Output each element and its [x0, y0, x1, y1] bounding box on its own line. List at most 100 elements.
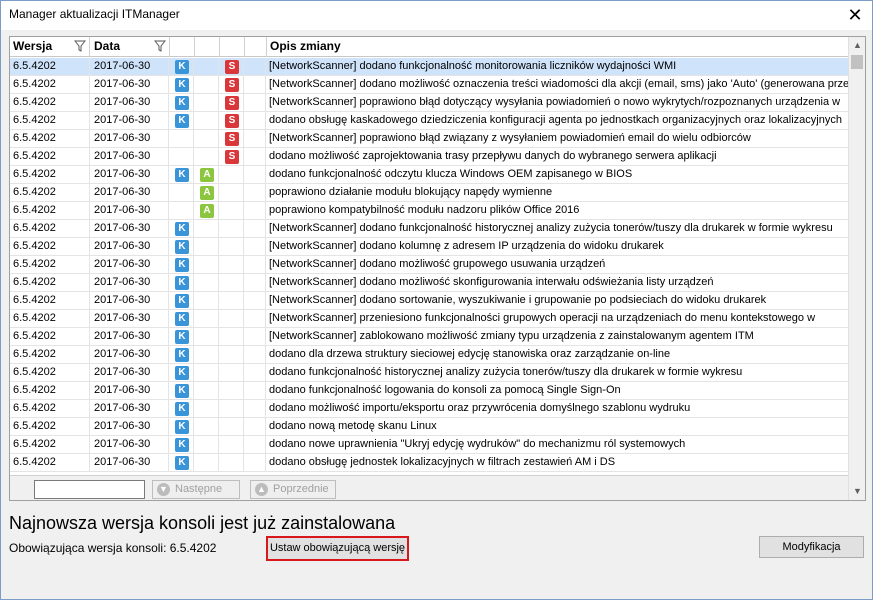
- k-badge: K: [175, 384, 189, 398]
- table-row[interactable]: 6.5.4202 2017-06-30 K [NetworkScanner] doda…: [10, 256, 848, 274]
- s-cell: [220, 400, 244, 417]
- table-row[interactable]: 6.5.4202 2017-06-30 K [NetworkScanner] doda…: [10, 220, 848, 238]
- scroll-down-icon[interactable]: ▼: [849, 483, 865, 500]
- s-cell: [220, 292, 244, 309]
- version-cell: 6.5.4202: [10, 220, 90, 237]
- table-row[interactable]: 6.5.4202 2017-06-30 Kdodano dla drzewa str…: [10, 346, 848, 364]
- date-cell: 2017-06-30: [91, 184, 169, 201]
- scroll-up-icon[interactable]: ▲: [849, 37, 865, 54]
- table-row[interactable]: 6.5.4202 2017-06-30 K S [NetworkScanner] dod…: [10, 76, 848, 94]
- table-row[interactable]: 6.5.4202 2017-06-30 K Adodano funkcjonalnoś…: [10, 166, 848, 184]
- a-cell: [195, 436, 219, 453]
- a-cell: [195, 58, 219, 75]
- table-row[interactable]: 6.5.4202 2017-06-30 Apoprawiono działanie …: [10, 184, 848, 202]
- column-header-a[interactable]: [195, 37, 220, 57]
- modify-button[interactable]: Modyfikacja: [759, 536, 864, 558]
- search-input[interactable]: [34, 480, 145, 499]
- column-header-s[interactable]: [220, 37, 245, 57]
- description-cell: [NetworkScanner] dodano funkcjonalność h…: [269, 222, 833, 234]
- k-cell: K: [170, 400, 194, 417]
- vertical-scrollbar[interactable]: ▲ ▼: [848, 37, 865, 500]
- k-cell: K: [170, 220, 194, 237]
- status-heading: Najnowsza wersja konsoli jest już zainst…: [9, 513, 396, 533]
- description-cell: dodano obsługę kaskadowego dziedziczenia…: [269, 114, 842, 126]
- arrow-up-icon: ▲: [255, 483, 268, 496]
- a-cell: [195, 238, 219, 255]
- table-row[interactable]: 6.5.4202 2017-06-30 K [NetworkScanner] doda…: [10, 238, 848, 256]
- k-badge: K: [175, 276, 189, 290]
- date-cell: 2017-06-30: [91, 130, 169, 147]
- description-cell: dodano obsługę jednostek lokalizacyjnych…: [269, 456, 616, 468]
- column-header-extra[interactable]: [245, 37, 267, 57]
- table-row[interactable]: 6.5.4202 2017-06-30 K Sdodano obsługę kaska…: [10, 112, 848, 130]
- description-cell: [NetworkScanner] dodano kolumnę z adrese…: [269, 240, 664, 252]
- date-cell: 2017-06-30: [91, 148, 169, 165]
- table-row[interactable]: 6.5.4202 2017-06-30 K S [NetworkScanner] pop…: [10, 94, 848, 112]
- k-badge: K: [175, 348, 189, 362]
- title-bar: Manager aktualizacji ITManager ✕: [1, 1, 872, 30]
- column-header-description[interactable]: Opis zmiany: [267, 37, 848, 57]
- extra-cell: [245, 148, 266, 165]
- a-cell: [195, 310, 219, 327]
- s-cell: [220, 328, 244, 345]
- extra-cell: [245, 256, 266, 273]
- date-cell: 2017-06-30: [91, 418, 169, 435]
- next-button[interactable]: ▼ Następne: [152, 480, 240, 499]
- s-cell: [220, 202, 244, 219]
- date-cell: 2017-06-30: [91, 58, 169, 75]
- s-cell: [220, 274, 244, 291]
- k-cell: [170, 184, 194, 201]
- table-row[interactable]: 6.5.4202 2017-06-30 K [NetworkScanner] prze…: [10, 310, 848, 328]
- version-cell: 6.5.4202: [10, 94, 90, 111]
- column-header-version[interactable]: Wersja: [10, 37, 90, 57]
- column-header-date[interactable]: Data: [91, 37, 170, 57]
- table-row[interactable]: 6.5.4202 2017-06-30 Kdodano nowe uprawnien…: [10, 436, 848, 454]
- table-row[interactable]: 6.5.4202 2017-06-30 Kdodano obsługę jednos…: [10, 454, 848, 472]
- table-row[interactable]: 6.5.4202 2017-06-30 K [NetworkScanner] doda…: [10, 292, 848, 310]
- k-cell: K: [170, 292, 194, 309]
- k-cell: [170, 202, 194, 219]
- table-row[interactable]: 6.5.4202 2017-06-30 Kdodano możliwość impo…: [10, 400, 848, 418]
- extra-cell: [245, 292, 266, 309]
- description-cell: [NetworkScanner] dodano funkcjonalność m…: [269, 60, 677, 72]
- table-row[interactable]: 6.5.4202 2017-06-30 Kdodano nową metodę sk…: [10, 418, 848, 436]
- table-row[interactable]: 6.5.4202 2017-06-30 K S [NetworkScanner] dod…: [10, 58, 848, 76]
- table-row[interactable]: 6.5.4202 2017-06-30 K [NetworkScanner] zabl…: [10, 328, 848, 346]
- description-cell: dodano funkcjonalność historycznej anali…: [269, 366, 743, 378]
- close-icon[interactable]: ✕: [838, 1, 872, 30]
- a-cell: [195, 94, 219, 111]
- table-row[interactable]: 6.5.4202 2017-06-30 Sdodano możliwość zapr…: [10, 148, 848, 166]
- k-cell: K: [170, 76, 194, 93]
- table-row[interactable]: 6.5.4202 2017-06-30 Apoprawiono kompatybil…: [10, 202, 848, 220]
- k-cell: K: [170, 436, 194, 453]
- a-cell: [195, 220, 219, 237]
- table-row[interactable]: 6.5.4202 2017-06-30 Kdodano funkcjonalność…: [10, 382, 848, 400]
- s-cell: [220, 238, 244, 255]
- filter-icon[interactable]: [154, 40, 166, 52]
- set-current-version-button[interactable]: Ustaw obowiązującą wersję: [266, 536, 409, 561]
- version-cell: 6.5.4202: [10, 202, 90, 219]
- changes-grid: Wersja Data Opis zmiany 6.5.4202 2017-06-…: [9, 36, 866, 501]
- s-cell: [220, 454, 244, 471]
- previous-button[interactable]: ▲ Poprzednie: [250, 480, 336, 499]
- filter-icon[interactable]: [74, 40, 86, 52]
- table-row[interactable]: 6.5.4202 2017-06-30 K [NetworkScanner] doda…: [10, 274, 848, 292]
- version-cell: 6.5.4202: [10, 310, 90, 327]
- description-cell: [NetworkScanner] dodano możliwość grupow…: [269, 258, 606, 270]
- extra-cell: [245, 436, 266, 453]
- k-cell: K: [170, 328, 194, 345]
- s-cell: S: [220, 58, 244, 75]
- description-cell: [NetworkScanner] dodano sortowanie, wysz…: [269, 294, 767, 306]
- a-cell: A: [195, 166, 219, 183]
- k-badge: K: [175, 312, 189, 326]
- table-row[interactable]: 6.5.4202 2017-06-30 Kdodano funkcjonalność…: [10, 364, 848, 382]
- column-header-k[interactable]: [170, 37, 195, 57]
- k-cell: [170, 130, 194, 147]
- extra-cell: [245, 184, 266, 201]
- description-cell: [NetworkScanner] dodano możliwość skonfi…: [269, 276, 714, 288]
- description-cell: dodano funkcjonalność odczytu klucza Win…: [269, 168, 633, 180]
- table-row[interactable]: 6.5.4202 2017-06-30 S [NetworkScanner] popr…: [10, 130, 848, 148]
- scrollbar-thumb[interactable]: [851, 55, 863, 69]
- extra-cell: [245, 112, 266, 129]
- version-cell: 6.5.4202: [10, 382, 90, 399]
